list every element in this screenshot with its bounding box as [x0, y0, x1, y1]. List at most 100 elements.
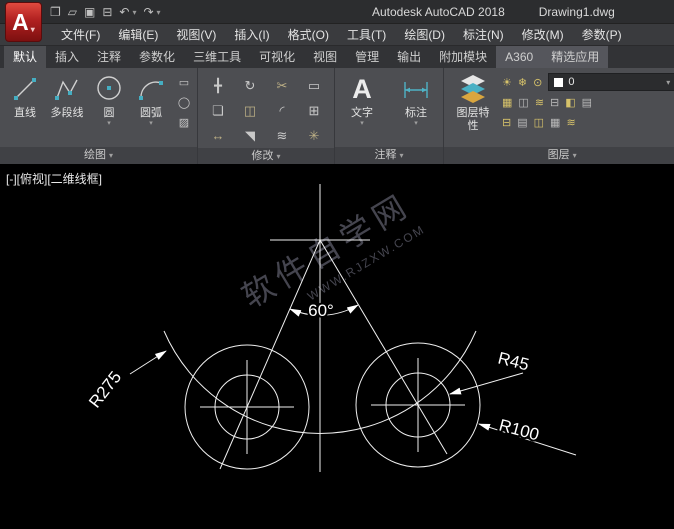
hatch-icon[interactable]: ▨ — [175, 115, 193, 131]
drawing-canvas[interactable]: 软件自学网 WWW.RJZXW.COM — [0, 164, 674, 529]
move-icon[interactable]: ╋ — [202, 73, 234, 98]
menu-view[interactable]: 视图(V) — [167, 24, 225, 46]
new-file-icon[interactable]: ❐ — [50, 5, 61, 19]
scale-icon[interactable]: ◥ — [234, 123, 266, 148]
panel-title-modify[interactable]: 修改▾ — [198, 148, 334, 165]
tab-3d-tools[interactable]: 三维工具 — [184, 46, 250, 68]
fillet-icon[interactable]: ◜ — [266, 98, 298, 123]
r100-label[interactable]: R100 — [497, 416, 541, 445]
menu-draw[interactable]: 绘图(D) — [395, 24, 454, 46]
r275-leader[interactable] — [130, 351, 166, 374]
menu-parametric[interactable]: 参数(P) — [573, 24, 631, 46]
tab-parametric[interactable]: 参数化 — [130, 46, 184, 68]
rectangle-icon[interactable]: ▭ — [175, 75, 193, 91]
undo-caret-icon[interactable]: ▾ — [132, 8, 136, 17]
panel-layers: 图层特性 ☀ ❄ ⊙ 0 ▾ ▦ ◫ — [444, 68, 674, 164]
layer-tool-icon[interactable]: ⊟ — [550, 96, 559, 109]
tab-featured-apps[interactable]: 精选应用 — [542, 46, 608, 68]
layer-tool-icon[interactable]: ◧ — [565, 96, 575, 109]
layer-tool-icon[interactable]: ▦ — [502, 96, 512, 109]
app-menu-caret-icon: ▾ — [31, 25, 35, 34]
menu-bar: 文件(F) 编辑(E) 视图(V) 插入(I) 格式(O) 工具(T) 绘图(D… — [0, 24, 674, 46]
explode-icon[interactable]: ✳ — [298, 123, 330, 148]
tab-output[interactable]: 输出 — [388, 46, 430, 68]
drawing-area[interactable]: [-][俯视][二维线框] 软件自学网 WWW.RJZXW.COM — [0, 164, 674, 529]
ribbon-tab-bar: 默认 插入 注释 参数化 三维工具 可视化 视图 管理 输出 附加模块 A360… — [0, 46, 674, 68]
menu-format[interactable]: 格式(O) — [279, 24, 338, 46]
undo-icon[interactable]: ↶ — [119, 5, 129, 19]
redo-icon[interactable]: ↷ — [143, 5, 153, 19]
menu-edit[interactable]: 编辑(E) — [109, 24, 167, 46]
r45-leader[interactable] — [450, 373, 523, 394]
layer-tool-icon[interactable]: ▤ — [517, 116, 527, 129]
quick-access-toolbar: ❐ ▱ ▣ ⊟ ↶ ▾ ↷ ▾ — [50, 0, 161, 24]
viewport-controls[interactable]: [-][俯视][二维线框] — [6, 170, 102, 187]
tab-visualize[interactable]: 可视化 — [250, 46, 304, 68]
ribbon: 直线 多段线 — [0, 68, 674, 164]
layer-tool-icon[interactable]: ▤ — [582, 96, 592, 109]
circle-icon — [94, 71, 124, 107]
ellipse-icon[interactable]: ◯ — [175, 95, 193, 111]
circle-button[interactable]: 圆 ▾ — [88, 71, 130, 147]
r275-label[interactable]: R275 — [85, 368, 125, 412]
offset-icon[interactable]: ≋ — [266, 123, 298, 148]
panel-title-annotate[interactable]: 注释▾ — [335, 147, 443, 164]
layer-color-swatch — [554, 78, 563, 87]
layer-lock-icon[interactable]: ⊙ — [533, 76, 542, 89]
draw-panel-caret-icon: ▾ — [109, 151, 113, 160]
panel-title-layers[interactable]: 图层▾ — [444, 147, 674, 164]
copy-icon[interactable]: ❏ — [202, 98, 234, 123]
dimension-button[interactable]: 标注 ▾ — [393, 71, 439, 147]
panel-modify: ╋ ↻ ✂ ▭ ❏ ◫ ◜ ⊞ ↔ ◥ ≋ ✳ 修改▾ — [198, 68, 335, 164]
title-bar: ❐ ▱ ▣ ⊟ ↶ ▾ ↷ ▾ Autodesk AutoCAD 2018 Dr… — [0, 0, 674, 24]
text-button[interactable]: A 文字 ▾ — [339, 71, 385, 147]
tab-add-ins[interactable]: 附加模块 — [430, 46, 496, 68]
modify-panel-caret-icon: ▾ — [276, 152, 280, 161]
tab-a360[interactable]: A360 — [496, 46, 542, 68]
polyline-button[interactable]: 多段线 — [46, 71, 88, 147]
window-title: Autodesk AutoCAD 2018 Drawing1.dwg — [372, 0, 615, 24]
layer-tool-icon[interactable]: ⊟ — [502, 116, 511, 129]
tab-insert[interactable]: 插入 — [46, 46, 88, 68]
menu-modify[interactable]: 修改(M) — [513, 24, 573, 46]
menu-insert[interactable]: 插入(I) — [225, 24, 278, 46]
application-menu-button[interactable]: A ▾ — [5, 2, 42, 42]
menu-dimension[interactable]: 标注(N) — [454, 24, 513, 46]
draw-extra-tools: ▭ ◯ ▨ — [175, 71, 193, 147]
layer-freeze-icon[interactable]: ❄ — [518, 76, 527, 89]
line-button[interactable]: 直线 — [4, 71, 46, 147]
modify-tools-grid: ╋ ↻ ✂ ▭ ❏ ◫ ◜ ⊞ ↔ ◥ ≋ ✳ — [202, 71, 330, 148]
layer-tool-icon[interactable]: ▦ — [550, 116, 560, 129]
layer-tool-icon[interactable]: ≋ — [535, 96, 544, 109]
tab-annotate[interactable]: 注释 — [88, 46, 130, 68]
layer-controls: ☀ ❄ ⊙ 0 ▾ ▦ ◫ ≋ ⊟ ◧ — [502, 71, 674, 147]
right-slant-line[interactable] — [320, 240, 447, 454]
menu-tools[interactable]: 工具(T) — [338, 24, 395, 46]
layer-dropdown[interactable]: 0 ▾ — [548, 73, 674, 91]
tab-view[interactable]: 视图 — [304, 46, 346, 68]
open-file-icon[interactable]: ▱ — [68, 5, 77, 19]
rotate-icon[interactable]: ↻ — [234, 73, 266, 98]
panel-title-draw[interactable]: 绘图▾ — [0, 147, 197, 164]
layer-toggle-row: ☀ ❄ ⊙ 0 ▾ — [502, 73, 674, 91]
trim-icon[interactable]: ✂ — [266, 73, 298, 98]
redo-caret-icon[interactable]: ▾ — [157, 8, 161, 17]
r45-label[interactable]: R45 — [496, 348, 531, 374]
tab-manage[interactable]: 管理 — [346, 46, 388, 68]
save-icon[interactable]: ▣ — [84, 5, 95, 19]
erase-icon[interactable]: ▭ — [298, 73, 330, 98]
plot-icon[interactable]: ⊟ — [102, 5, 112, 19]
polyline-icon — [53, 71, 81, 107]
tab-home[interactable]: 默认 — [4, 46, 46, 68]
layer-tool-icon[interactable]: ◫ — [534, 116, 544, 129]
angle-dimension-label[interactable]: 60° — [308, 301, 334, 320]
layer-on-bulb-icon[interactable]: ☀ — [502, 76, 512, 89]
array-icon[interactable]: ⊞ — [298, 98, 330, 123]
layer-properties-button[interactable]: 图层特性 — [448, 71, 498, 147]
arc-button[interactable]: 圆弧 ▾ — [130, 71, 172, 147]
layer-tool-icon[interactable]: ◫ — [518, 96, 528, 109]
mirror-icon[interactable]: ◫ — [234, 98, 266, 123]
layer-tool-icon[interactable]: ≋ — [566, 116, 575, 129]
stretch-icon[interactable]: ↔ — [202, 123, 234, 148]
menu-file[interactable]: 文件(F) — [52, 24, 109, 46]
